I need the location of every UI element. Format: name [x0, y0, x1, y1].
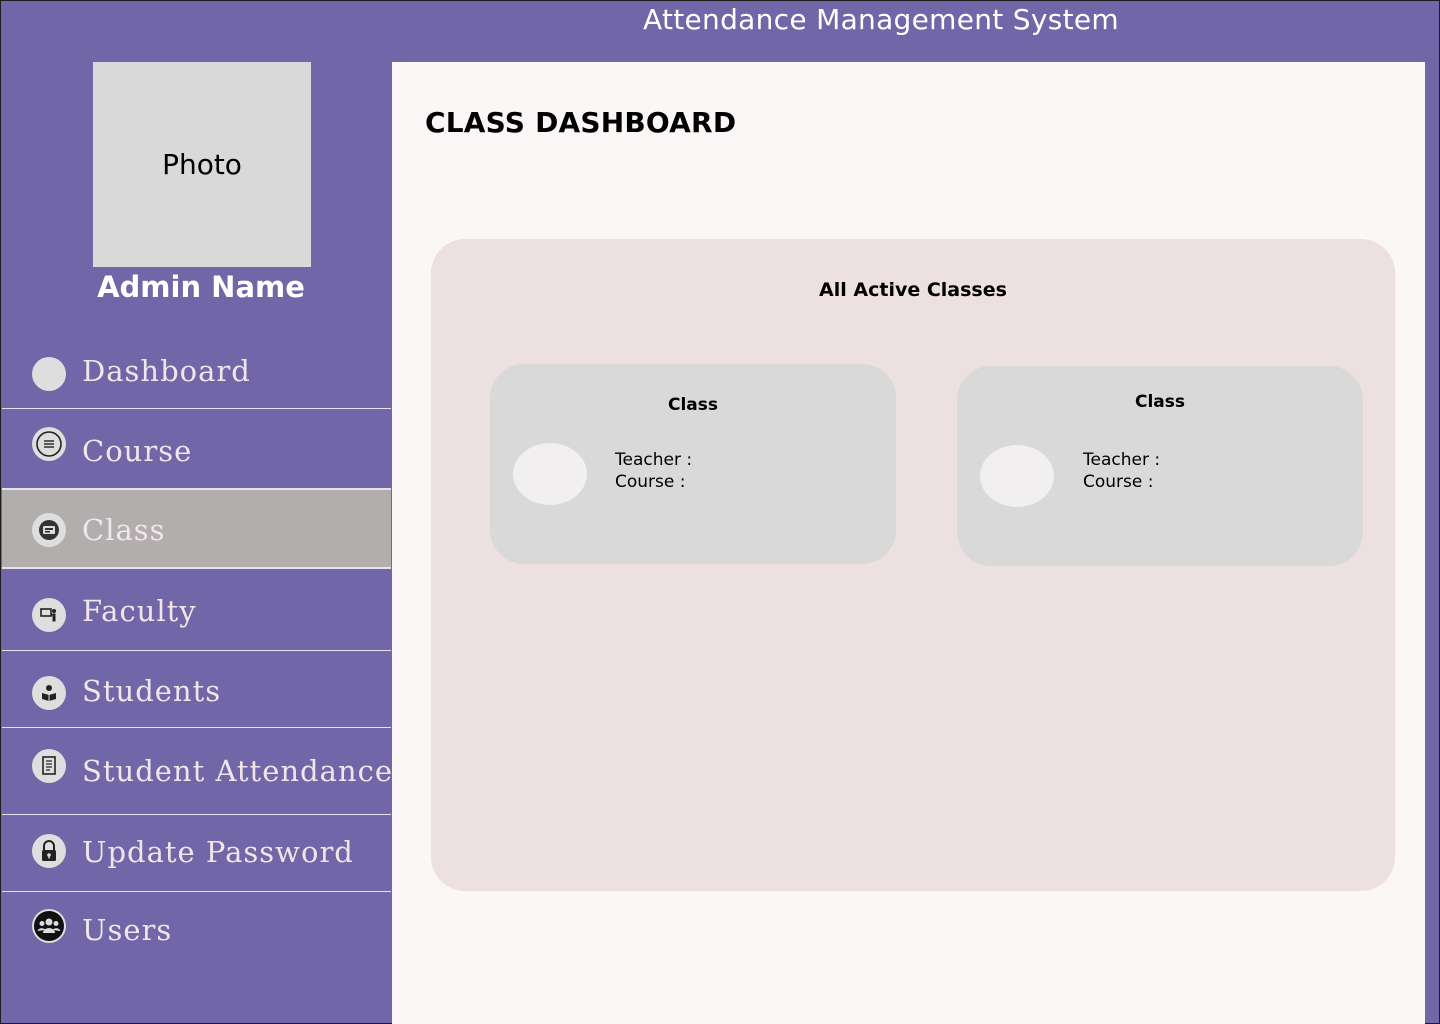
course-label: Course :: [1083, 472, 1154, 492]
sidebar-item-label: Faculty: [82, 594, 197, 628]
sidebar-item-label: Dashboard: [82, 354, 251, 388]
sidebar-item-label: Student Attendance: [82, 754, 393, 788]
sidebar-item-label: Course: [82, 434, 193, 468]
course-label: Course :: [615, 472, 686, 492]
class-card-title: Class: [1134, 392, 1185, 412]
admin-photo-placeholder[interactable]: Photo: [93, 62, 311, 267]
sidebar-item-student-attendance[interactable]: Student Attendance: [2, 728, 393, 815]
sidebar-item-faculty[interactable]: Faculty: [2, 569, 391, 651]
sidebar-item-label: Update Password: [82, 835, 354, 869]
panel-title: All Active Classes: [819, 279, 1007, 301]
sidebar-item-dashboard[interactable]: Dashboard: [2, 328, 391, 409]
class-card-title: Class: [667, 395, 718, 415]
app-window: Attendance Management System Photo Admin…: [0, 0, 1440, 1024]
class-card-details: Teacher : Course :: [615, 449, 692, 493]
sidebar-item-students[interactable]: Students: [2, 651, 391, 728]
sidebar-item-class[interactable]: Class: [2, 489, 391, 569]
sidebar-item-label: Students: [82, 674, 222, 708]
users-group-icon: [32, 909, 66, 943]
sidebar-item-label: Users: [82, 913, 173, 947]
teacher-label: Teacher :: [1083, 450, 1161, 470]
main-content: CLASS DASHBOARD All Active Classes Class…: [392, 62, 1425, 1024]
document-icon: [32, 749, 66, 783]
list-icon: [32, 427, 66, 461]
class-card[interactable]: Class Teacher : Course :: [957, 366, 1363, 566]
class-avatar: [513, 443, 587, 505]
app-title: Attendance Management System: [643, 3, 1119, 36]
active-classes-panel: All Active Classes Class Teacher : Cours…: [431, 239, 1395, 891]
class-card-details: Teacher : Course :: [1083, 449, 1160, 493]
sidebar-item-users[interactable]: Users: [2, 892, 391, 972]
sidebar: Photo Admin Name Dashboard Course Class …: [2, 62, 393, 1024]
admin-name: Admin Name: [97, 270, 305, 304]
class-avatar: [980, 445, 1054, 507]
classroom-icon: [32, 513, 66, 547]
sidebar-item-course[interactable]: Course: [2, 409, 391, 489]
lock-icon: [32, 834, 66, 868]
sidebar-item-update-password[interactable]: Update Password: [2, 815, 391, 892]
teacher-board-icon: [32, 598, 66, 632]
class-card[interactable]: Class Teacher : Course :: [490, 364, 896, 564]
circle-icon: [32, 357, 66, 391]
teacher-label: Teacher :: [615, 450, 693, 470]
student-reading-icon: [32, 676, 66, 710]
page-title: CLASS DASHBOARD: [425, 106, 737, 139]
sidebar-item-label: Class: [82, 513, 166, 547]
